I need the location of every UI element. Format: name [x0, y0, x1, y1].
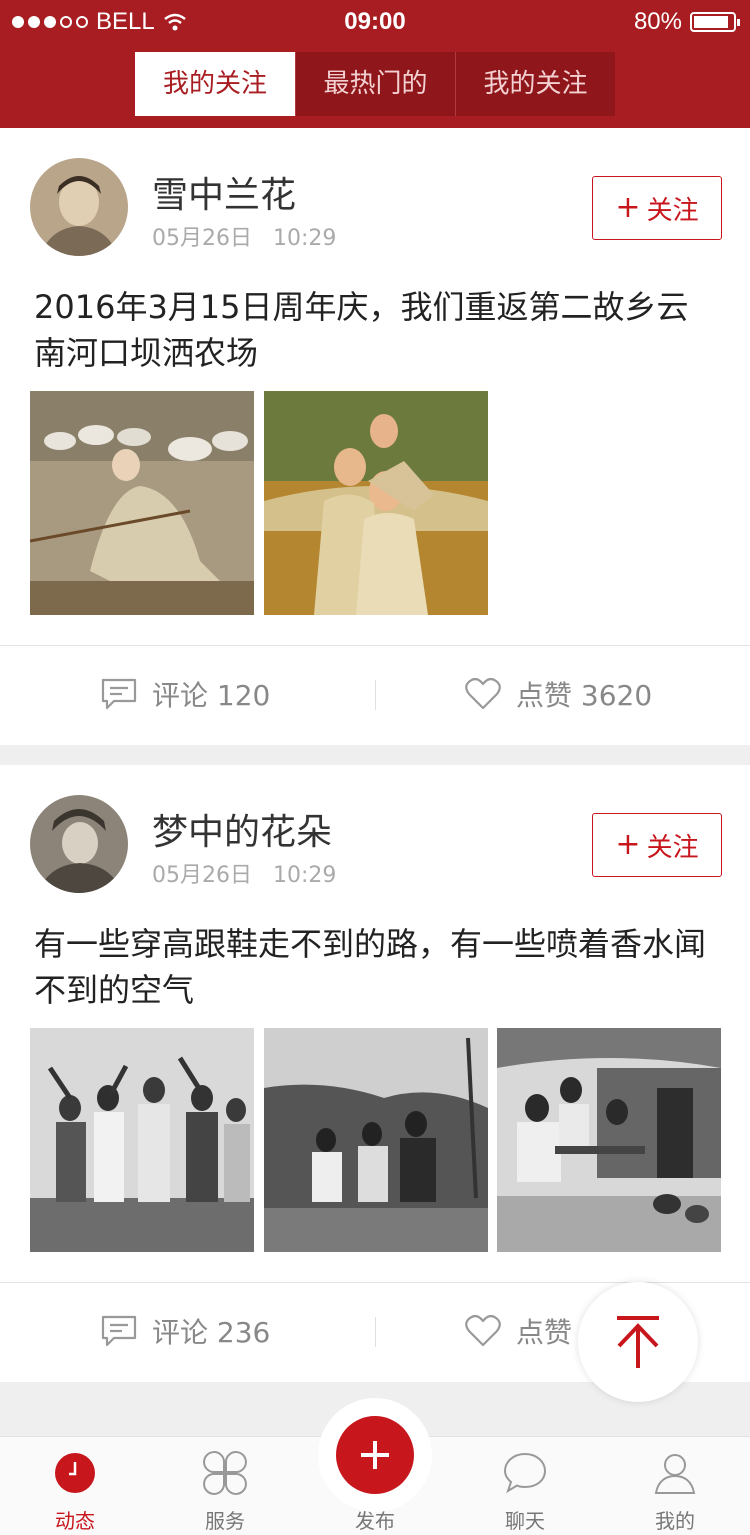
grid-icon: [203, 1451, 247, 1495]
app-screen: BELL 09:00 80% 我的关注 最热门的 我的关注 雪中兰花 05月26…: [0, 0, 750, 1535]
follow-label: 关注: [646, 832, 699, 863]
battery-percent: 80%: [633, 8, 682, 35]
post-date: 05月26日: [152, 226, 252, 251]
user-icon: [654, 1454, 696, 1494]
comment-button[interactable]: 评论 120: [100, 674, 270, 714]
feed-tabs: 我的关注 最热门的 我的关注: [135, 52, 615, 116]
username[interactable]: 梦中的花朵: [152, 803, 332, 855]
nav-item-services[interactable]: 服务: [150, 1437, 300, 1535]
comment-icon: [101, 678, 137, 710]
plus-icon: +: [615, 190, 641, 225]
nav-item-dynamics[interactable]: 动态: [0, 1437, 150, 1535]
post-photo[interactable]: [30, 1028, 254, 1252]
comment-icon: [101, 1315, 137, 1347]
nav-label: 我的: [655, 1509, 695, 1533]
plus-icon: +: [615, 827, 641, 862]
tab-hottest[interactable]: 最热门的: [295, 52, 455, 116]
plus-icon: [361, 1441, 389, 1469]
post-datetime: 05月26日 10:29: [152, 220, 336, 252]
avatar[interactable]: [30, 795, 128, 893]
post-photo[interactable]: [264, 1028, 488, 1252]
avatar[interactable]: [30, 158, 128, 256]
battery-status: 80%: [633, 8, 740, 36]
comment-label: 评论 120: [152, 679, 271, 712]
chat-icon: [503, 1452, 547, 1494]
comment-label: 评论 236: [152, 1316, 271, 1349]
clock-icon: [55, 1453, 95, 1493]
post-date: 05月26日: [152, 863, 252, 888]
nav-label: 动态: [55, 1509, 95, 1533]
heart-icon: [465, 1314, 501, 1347]
heart-icon: [465, 677, 501, 710]
status-bar: BELL 09:00 80%: [0, 0, 750, 42]
publish-button[interactable]: [336, 1416, 414, 1494]
follow-button[interactable]: + 关注: [592, 813, 722, 877]
divider: [0, 645, 750, 646]
post-datetime: 05月26日 10:29: [152, 857, 336, 889]
nav-item-mine[interactable]: 我的: [600, 1437, 750, 1535]
follow-button[interactable]: + 关注: [592, 176, 722, 240]
post-text: 有一些穿高跟鞋走不到的路，有一些喷着香水闻不到的空气: [34, 925, 707, 1009]
like-button[interactable]: 点赞 3620: [464, 674, 652, 714]
post-time: 10:29: [272, 863, 337, 888]
tab-my-follow[interactable]: 我的关注: [135, 52, 295, 116]
follow-label: 关注: [646, 195, 699, 226]
post-card: 雪中兰花 05月26日 10:29 + 关注 2016年3月15日周年庆，我们重…: [0, 128, 750, 745]
back-to-top-button[interactable]: [578, 1282, 698, 1402]
post-photo[interactable]: [30, 391, 254, 615]
post-text: 2016年3月15日周年庆，我们重返第二故乡云南河口坝洒农场: [34, 288, 689, 372]
nav-label: 聊天: [505, 1509, 545, 1533]
action-separator: [375, 1317, 376, 1347]
username[interactable]: 雪中兰花: [152, 166, 296, 218]
tab-my-follow-2[interactable]: 我的关注: [455, 52, 615, 116]
nav-item-chat[interactable]: 聊天: [450, 1437, 600, 1535]
post-photo[interactable]: [264, 391, 488, 615]
battery-icon: [690, 12, 740, 32]
action-separator: [375, 680, 376, 710]
post-photo[interactable]: [497, 1028, 721, 1252]
comment-button[interactable]: 评论 236: [100, 1311, 270, 1351]
arrow-up-icon: [617, 1316, 659, 1368]
like-label: 点赞 3620: [516, 679, 653, 712]
header: BELL 09:00 80% 我的关注 最热门的 我的关注: [0, 0, 750, 128]
post-time: 10:29: [272, 226, 337, 251]
nav-label: 服务: [205, 1509, 245, 1533]
